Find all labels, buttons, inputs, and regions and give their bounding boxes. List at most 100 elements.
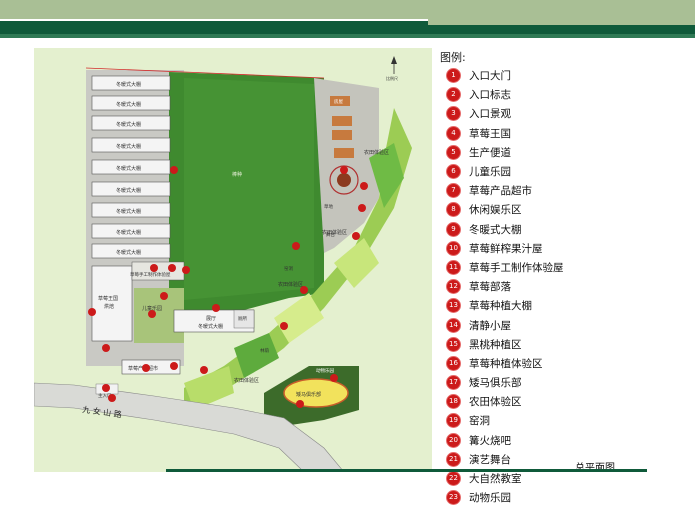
legend-number-badge: 14 xyxy=(447,318,460,332)
legend-number-badge: 13 xyxy=(447,299,460,313)
map-marker-12 xyxy=(182,266,190,274)
map-marker-13 xyxy=(212,304,220,312)
legend-item-label: 冬暖式大棚 xyxy=(469,223,522,236)
legend-number-badge: 15 xyxy=(447,337,460,351)
legend-number-badge: 19 xyxy=(447,414,460,428)
legend-number-badge: 16 xyxy=(447,356,460,370)
legend-number-badge: 5 xyxy=(447,145,460,159)
legend-number-badge: 11 xyxy=(447,260,460,274)
legend-number-badge: 2 xyxy=(447,88,460,102)
legend-item: 6 儿童乐园 xyxy=(447,162,564,181)
legend-item: 10 草莓鲜榨果汁屋 xyxy=(447,239,564,258)
legend-item: 9 冬暖式大棚 xyxy=(447,220,564,239)
legend-number-badge: 22 xyxy=(447,472,460,486)
legend-item: 17 矮马俱乐部 xyxy=(447,373,564,392)
header-band-light xyxy=(0,0,695,19)
bonfire-center xyxy=(337,173,351,187)
legend-number-badge: 1 xyxy=(447,69,460,83)
greenhouse-label-7: 冬暖式大棚 xyxy=(116,208,141,215)
legend-item: 8 休闲娱乐区 xyxy=(447,200,564,219)
legend-item-label: 草莓手工制作体验屋 xyxy=(469,261,564,274)
legend-item: 19 窑洞 xyxy=(447,411,564,430)
legend-item-label: 入口景观 xyxy=(469,108,511,121)
legend-item-label: 儿童乐园 xyxy=(469,166,511,179)
east-building-2 xyxy=(332,116,352,126)
legend-number-badge: 23 xyxy=(447,491,460,505)
map-marker-7 xyxy=(142,364,150,372)
legend-item: 11 草莓手工制作体验屋 xyxy=(447,258,564,277)
legend-number-badge: 17 xyxy=(447,376,460,390)
header-band-notch xyxy=(428,19,695,25)
map-marker-19 xyxy=(352,232,360,240)
legend-number-badge: 8 xyxy=(447,203,460,217)
legend-item: 1 入口大门 xyxy=(447,66,564,85)
legend-item-label: 清静小屋 xyxy=(469,319,511,332)
kingdom-label: 草莓王国 xyxy=(98,295,118,302)
greenhouse-label-6: 冬暖式大棚 xyxy=(116,187,141,194)
legend-item-label: 演艺舞台 xyxy=(469,453,511,466)
legend-item: 13 草莓种植大棚 xyxy=(447,296,564,315)
kingdom-sub-label: 烘焙 xyxy=(104,303,114,310)
legend-item-label: 动物乐园 xyxy=(469,492,511,505)
map-marker-14 xyxy=(170,362,178,370)
legend-item-label: 草莓王国 xyxy=(469,127,511,140)
header-band-mid xyxy=(0,34,695,38)
svg-text:比例尺: 比例尺 xyxy=(386,75,398,81)
legend-number-badge: 4 xyxy=(447,126,460,140)
map-marker-15 xyxy=(280,322,288,330)
map-marker-4 xyxy=(88,308,96,316)
legend-item: 2 入口标志 xyxy=(447,85,564,104)
small-label-3: 林荫 xyxy=(260,347,269,354)
east-building-label: 房屋 xyxy=(334,98,343,105)
legend-number-badge: 3 xyxy=(447,107,460,121)
legend-number-badge: 20 xyxy=(447,433,460,447)
greenhouse-label-1: 冬暖式大棚 xyxy=(116,81,141,88)
legend-item-label: 入口标志 xyxy=(469,89,511,102)
legend-item: 3 入口景观 xyxy=(447,104,564,123)
legend-item-label: 休闲娱乐区 xyxy=(469,204,522,217)
legend-item-label: 窑洞 xyxy=(469,415,490,428)
pony-label: 矮马俱乐部 xyxy=(296,391,321,398)
legend-list: 1 入口大门 2 入口标志 3 入口景观 4 草莓王国 5 生产便道 6 儿童乐园 7 草莓产品超市 8 休闲… xyxy=(447,66,564,507)
legend-item: 16 草莓种植体验区 xyxy=(447,354,564,373)
east-building-4 xyxy=(334,148,354,158)
map-marker-16 xyxy=(300,286,308,294)
master-plan-map: 冬暖式大棚 冬暖式大棚 冬暖式大棚 冬暖式大棚 冬暖式大棚 冬暖式大棚 冬暖式大… xyxy=(34,48,432,472)
map-marker-11 xyxy=(168,264,176,272)
legend-number-badge: 6 xyxy=(447,165,460,179)
legend-item: 14 清静小屋 xyxy=(447,315,564,334)
legend-item-label: 农田体验区 xyxy=(469,396,522,409)
hall-label: 展厅 xyxy=(206,316,216,322)
farm-label-2: 农田体验区 xyxy=(322,229,347,236)
animal-label: 动物乐园 xyxy=(316,367,334,374)
greenhouse-label-5: 冬暖式大棚 xyxy=(116,165,141,172)
map-marker-9 xyxy=(170,166,178,174)
map-marker-5 xyxy=(160,292,168,300)
map-marker-10 xyxy=(150,264,158,272)
map-marker-21 xyxy=(358,204,366,212)
map-marker-1 xyxy=(102,384,110,392)
legend-item: 21 演艺舞台 xyxy=(447,450,564,469)
legend-item: 12 草莓部落 xyxy=(447,277,564,296)
map-marker-20 xyxy=(340,166,348,174)
legend-item: 15 黑桃种植区 xyxy=(447,335,564,354)
farm-label-3: 农田体验区 xyxy=(278,281,303,288)
east-building-3 xyxy=(332,130,352,140)
greenhouse-label-9: 冬暖式大棚 xyxy=(116,249,141,256)
greenhouse-label-3: 冬暖式大棚 xyxy=(116,121,141,128)
bathroom-label: 厕所 xyxy=(238,315,247,322)
legend-item-label: 篝火烧吧 xyxy=(469,434,511,447)
map-marker-3 xyxy=(102,344,110,352)
legend-item-label: 草莓产品超市 xyxy=(469,185,532,198)
greenhouse-label-2: 冬暖式大棚 xyxy=(116,101,141,108)
legend-item-label: 生产便道 xyxy=(469,146,511,159)
legend-number-badge: 18 xyxy=(447,395,460,409)
legend-item: 18 农田体验区 xyxy=(447,392,564,411)
legend-item: 20 篝火烧吧 xyxy=(447,431,564,450)
legend-number-badge: 21 xyxy=(447,452,460,466)
handcraft-label: 草莓手工制作体验屋 xyxy=(130,271,171,278)
legend-number-badge: 10 xyxy=(447,241,460,255)
map-marker-2 xyxy=(108,394,116,402)
legend-item-label: 矮马俱乐部 xyxy=(469,377,522,390)
legend-number-badge: 7 xyxy=(447,184,460,198)
